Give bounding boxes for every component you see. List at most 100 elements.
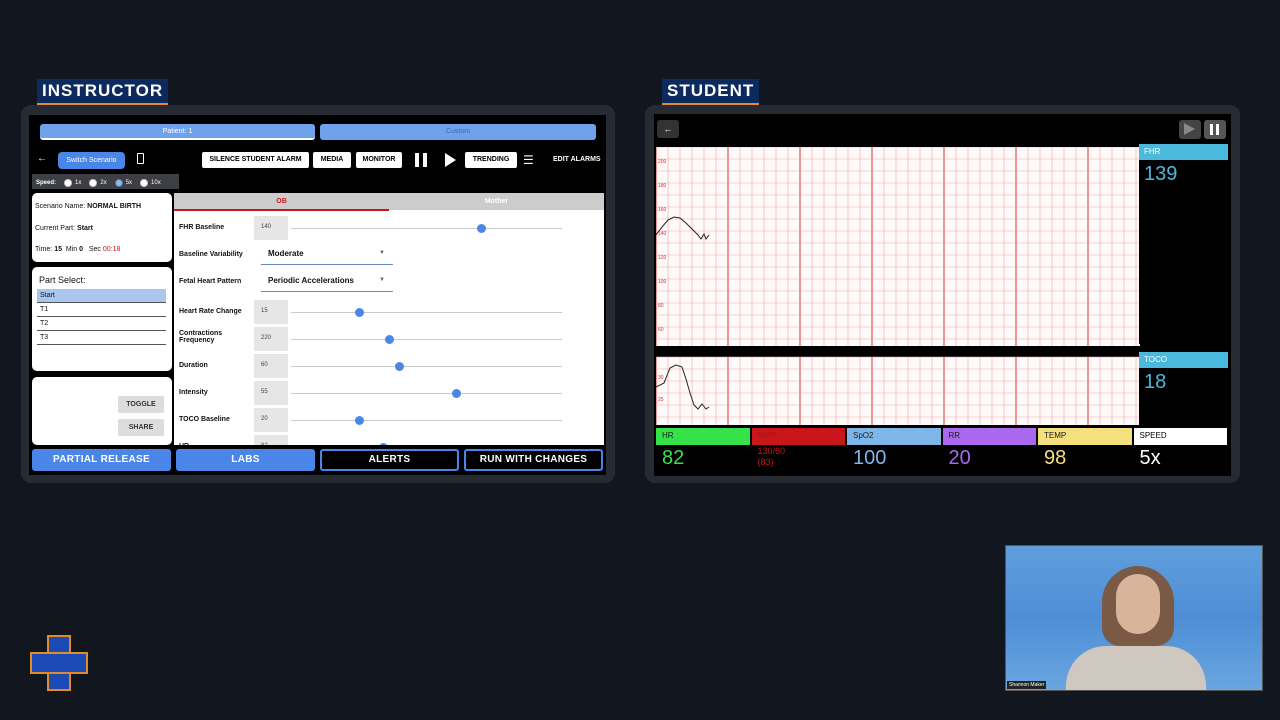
- param-slider-thumb[interactable]: [354, 308, 364, 317]
- fhr-tick-label: 140: [658, 231, 667, 237]
- video-feed: Shannon Maker: [1005, 545, 1263, 691]
- param-value: 20: [254, 408, 288, 432]
- play-icon[interactable]: [445, 153, 456, 167]
- caret-down-icon: ▼: [379, 277, 385, 283]
- checklist-icon[interactable]: ☰: [523, 153, 534, 167]
- param-slider-track[interactable]: [291, 339, 562, 340]
- alerts-button[interactable]: ALERTS: [320, 449, 459, 471]
- tab-mother[interactable]: Mother: [389, 193, 604, 210]
- param-slider-track[interactable]: [291, 393, 562, 394]
- param-dropdown[interactable]: Moderate ▼: [261, 244, 393, 265]
- param-slider-thumb[interactable]: [395, 362, 405, 371]
- student-screen: ← 200 180 160 140 120 100 80 60 30 25 FHR 139 TOC…: [654, 114, 1231, 476]
- param-slider-track[interactable]: [291, 420, 562, 421]
- silence-student-alarm-button[interactable]: SILENCE STUDENT ALARM: [202, 152, 309, 168]
- toco-value: 18: [1144, 371, 1167, 393]
- speed-option-1x[interactable]: 1x: [64, 179, 81, 187]
- param-label: Intensity: [179, 389, 208, 396]
- pause-button[interactable]: [1204, 120, 1226, 139]
- param-slider-track[interactable]: [291, 228, 562, 229]
- param-label: Heart Rate Change: [179, 308, 242, 315]
- presenter-body: [1066, 646, 1206, 690]
- scenario-name: NORMAL BIRTH: [87, 203, 142, 210]
- param-label: Duration: [179, 362, 208, 369]
- vital-label: TEMP: [1038, 428, 1132, 445]
- play-icon: [1184, 123, 1195, 135]
- part-select-item[interactable]: Start: [37, 289, 166, 303]
- param-row: Heart Rate Change 15: [174, 299, 604, 325]
- speed-option-5x[interactable]: 5x: [114, 179, 132, 187]
- part-select-title: Part Select:: [39, 275, 86, 285]
- monitor-button[interactable]: MONITOR: [356, 152, 402, 168]
- speed-option-2x[interactable]: 2x: [89, 179, 107, 187]
- param-slider-thumb[interactable]: [379, 443, 389, 445]
- param-row: Baseline Variability Moderate ▼: [174, 242, 604, 268]
- fhr-tick-label: 100: [658, 279, 667, 285]
- instructor-tablet: Patient: 1 Custom ← Switch Scenario SILE…: [21, 105, 615, 483]
- part-select-item[interactable]: T2: [37, 317, 166, 331]
- share-button[interactable]: SHARE: [118, 419, 164, 436]
- edit-alarms-button[interactable]: EDIT ALARMS: [553, 156, 601, 163]
- param-row: Contractions Frequency 220: [174, 326, 604, 352]
- param-slider-track[interactable]: [291, 312, 562, 313]
- vital-value: 130/60: [757, 446, 786, 456]
- param-slider-thumb[interactable]: [476, 224, 486, 233]
- labs-button[interactable]: LABS: [176, 449, 315, 471]
- param-row: FHR Baseline 140: [174, 215, 604, 241]
- current-part: Start: [77, 225, 93, 232]
- vital-temp: TEMP 98: [1038, 428, 1132, 474]
- tab-ob[interactable]: OB: [174, 193, 389, 210]
- fhr-tick-label: 60: [658, 327, 664, 333]
- media-button[interactable]: MEDIA: [313, 152, 351, 168]
- vital-label: SPEED: [1133, 428, 1227, 445]
- fhr-label: FHR: [1139, 144, 1228, 160]
- toco-tick-label: 25: [658, 397, 664, 403]
- back-button[interactable]: ←: [657, 120, 679, 138]
- fhr-tick-label: 160: [658, 207, 667, 213]
- param-slider-thumb[interactable]: [452, 389, 462, 398]
- speed-bar: Speed: 1x 2x 5x 10x: [32, 174, 179, 189]
- vital-value: 5x: [1139, 447, 1161, 469]
- param-slider-track[interactable]: [291, 366, 562, 367]
- trending-button[interactable]: TRENDING: [465, 152, 517, 168]
- param-label: Baseline Variability: [179, 251, 243, 258]
- presenter-face: [1116, 574, 1160, 634]
- param-dropdown[interactable]: Periodic Accelerations ▼: [261, 271, 393, 292]
- speed-option-10x[interactable]: 10x: [140, 179, 161, 187]
- run-with-changes-button[interactable]: RUN WITH CHANGES: [464, 449, 603, 471]
- partial-release-button[interactable]: PARTIAL RELEASE: [32, 449, 171, 471]
- vital-value: 82: [662, 447, 685, 469]
- phone-icon[interactable]: [137, 153, 144, 164]
- param-value: 15: [254, 300, 288, 324]
- presenter-name: Shannon Maker: [1007, 681, 1047, 689]
- param-slider-thumb[interactable]: [384, 335, 394, 344]
- param-label: Fetal Heart Pattern: [179, 278, 242, 285]
- part-select-item[interactable]: T3: [37, 331, 166, 345]
- toco-tick-label: 30: [658, 375, 664, 381]
- vital-nibp: NIBP 130/60 (83): [751, 428, 845, 474]
- vital-hr: HR 82: [656, 428, 750, 474]
- tab-custom[interactable]: Custom: [320, 124, 596, 140]
- play-button[interactable]: [1179, 120, 1201, 139]
- param-row: TOCO Baseline 20: [174, 407, 604, 433]
- param-label: Contractions Frequency: [179, 330, 223, 344]
- param-row: Fetal Heart Pattern Periodic Acceleration…: [174, 269, 604, 295]
- vitals-row: HR 82 NIBP 130/60 (83) SpO2 100 RR 20 TEMP 98 SPEED…: [656, 428, 1229, 474]
- fetal-monitor-strips: 200 180 160 140 120 100 80 60 30 25: [656, 147, 1140, 425]
- fhr-tick-label: 180: [658, 183, 667, 189]
- toggle-button[interactable]: TOGGLE: [118, 396, 164, 413]
- vital-label: NIBP: [751, 428, 845, 445]
- fhr-strip: [656, 147, 1140, 346]
- toco-strip: [656, 357, 1140, 425]
- param-row: HR82: [174, 434, 604, 445]
- tab-patient[interactable]: Patient: 1: [40, 124, 315, 140]
- param-row: Duration 60: [174, 353, 604, 379]
- switch-scenario-button[interactable]: Switch Scenario: [58, 152, 125, 169]
- back-icon[interactable]: ←: [37, 153, 47, 164]
- vital-rr: RR 20: [942, 428, 1036, 474]
- param-slider-thumb[interactable]: [354, 416, 364, 425]
- pause-icon[interactable]: [415, 153, 427, 167]
- fhr-panel: FHR 139: [1139, 144, 1228, 344]
- vital-value: 98: [1044, 447, 1067, 469]
- part-select-item[interactable]: T1: [37, 303, 166, 317]
